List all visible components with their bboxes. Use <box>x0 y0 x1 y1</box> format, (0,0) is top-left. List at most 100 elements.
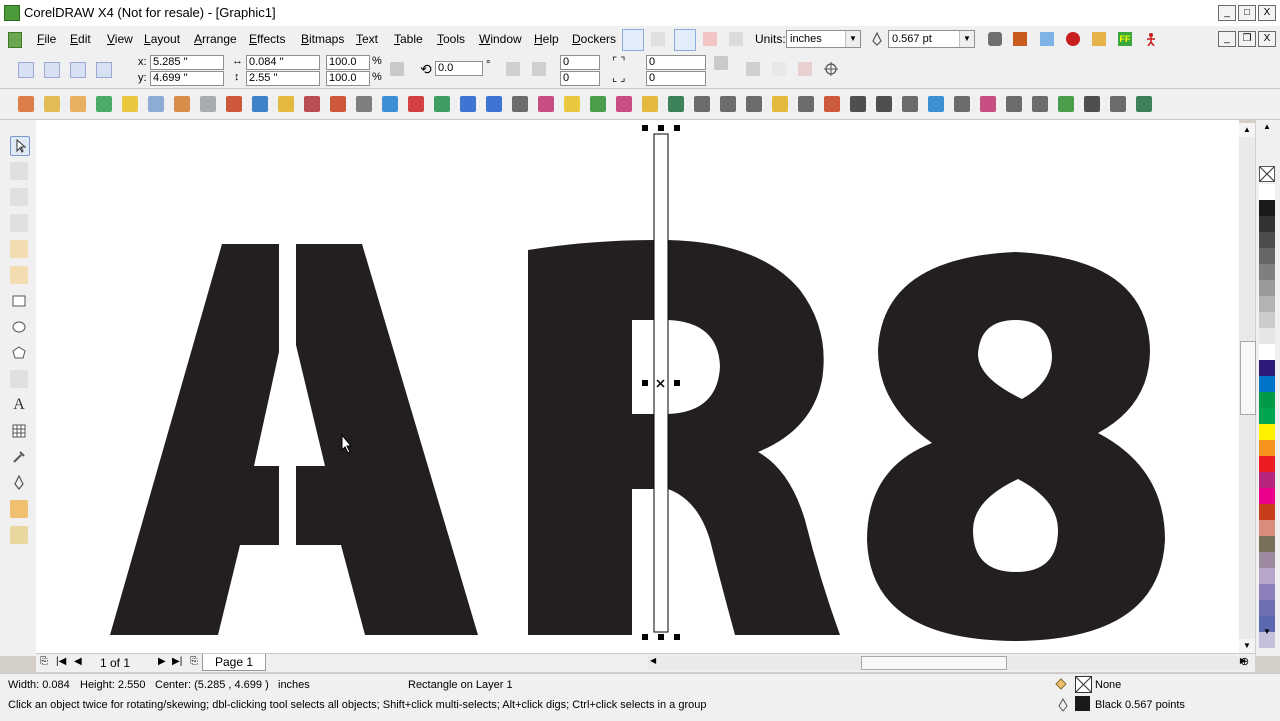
scale-width-field[interactable]: 100.0 <box>326 55 370 70</box>
color-swatch[interactable] <box>1259 184 1275 200</box>
interactive-fill-tool-icon[interactable] <box>10 526 28 544</box>
units-select[interactable]: inches ▼ <box>786 30 861 48</box>
color-swatch[interactable] <box>1259 232 1275 248</box>
menu-table[interactable]: Table <box>394 32 423 46</box>
color-swatch[interactable] <box>1259 408 1275 424</box>
snap-objects-icon[interactable] <box>674 29 696 51</box>
menu-tools[interactable]: Tools <box>437 32 465 46</box>
toolbar-button-icon[interactable] <box>1032 96 1048 112</box>
toolbar-button-icon[interactable] <box>668 96 684 112</box>
table-tool-icon[interactable] <box>10 422 28 440</box>
color-swatch[interactable] <box>1259 344 1275 360</box>
preset-icon-a[interactable] <box>18 62 34 78</box>
toolbar-button-icon[interactable] <box>356 96 372 112</box>
outline-width-select[interactable]: 0.567 pt ▼ <box>888 30 975 48</box>
digit-eight[interactable] <box>867 252 1165 641</box>
toolbar-button-icon[interactable] <box>408 96 424 112</box>
toolbar-button-icon[interactable] <box>746 96 762 112</box>
preset-icon-c[interactable] <box>70 62 86 78</box>
toolbar-button-icon[interactable] <box>616 96 632 112</box>
close-button[interactable]: X <box>1258 5 1276 21</box>
color-swatch[interactable] <box>1259 424 1275 440</box>
horizontal-scroll-thumb[interactable] <box>861 656 1007 670</box>
toolbar-button-icon[interactable] <box>772 96 788 112</box>
menu-view[interactable]: View <box>107 32 133 46</box>
color-swatch[interactable] <box>1259 280 1275 296</box>
scroll-up-icon[interactable]: ▲ <box>1239 123 1255 137</box>
toolbar-button-icon[interactable] <box>44 96 60 112</box>
vertical-scroll-thumb[interactable] <box>1240 341 1256 415</box>
wrap-text-icon[interactable] <box>746 62 760 76</box>
menu-text[interactable]: Text <box>356 32 378 46</box>
toolbar-button-icon[interactable] <box>460 96 476 112</box>
wizard-icon[interactable] <box>1013 32 1027 46</box>
menu-arrange[interactable]: Arrange <box>194 32 237 46</box>
nudge-icon[interactable] <box>729 32 743 46</box>
menu-bitmaps[interactable]: Bitmaps <box>301 32 344 46</box>
scale-height-field[interactable]: 100.0 <box>326 71 370 86</box>
color-swatch[interactable] <box>1259 440 1275 456</box>
toolbar-button-icon[interactable] <box>96 96 112 112</box>
toolbar-button-icon[interactable] <box>200 96 216 112</box>
shape-tool-icon[interactable] <box>10 162 28 180</box>
letter-a-left[interactable] <box>110 244 279 635</box>
dynamic-guides-icon[interactable] <box>703 32 717 46</box>
height-field[interactable]: 2.55 " <box>246 71 320 86</box>
color-swatch[interactable] <box>1259 472 1275 488</box>
toolbar-button-icon[interactable] <box>330 96 346 112</box>
toolbar-button-icon[interactable] <box>226 96 242 112</box>
outline-tool-icon[interactable] <box>10 474 28 492</box>
doc-restore-button[interactable]: ❐ <box>1238 31 1256 47</box>
outline-color-swatch[interactable] <box>1075 696 1090 711</box>
toolbar-button-icon[interactable] <box>1006 96 1022 112</box>
page-add-end-icon[interactable]: ⎘ <box>190 656 198 667</box>
toolbar-button-icon[interactable] <box>512 96 528 112</box>
fill-none-swatch[interactable] <box>1075 676 1092 693</box>
lock-ratio-icon[interactable] <box>390 62 404 76</box>
next-page-icon[interactable]: ▶ <box>158 656 166 667</box>
color-swatch[interactable] <box>1259 248 1275 264</box>
toolbar-button-icon[interactable] <box>382 96 398 112</box>
color-swatch[interactable] <box>1259 216 1275 232</box>
rotation-field[interactable]: 0.0 <box>435 61 483 76</box>
convert-to-curves-icon[interactable] <box>824 62 838 76</box>
menu-edit[interactable]: Edit <box>70 32 91 46</box>
toolbar-button-icon[interactable] <box>876 96 892 112</box>
toolbar-button-icon[interactable] <box>902 96 918 112</box>
doc-close-button[interactable]: X <box>1258 31 1276 47</box>
toolbar-button-icon[interactable] <box>954 96 970 112</box>
toolbar-button-icon[interactable] <box>70 96 86 112</box>
document-icon[interactable] <box>8 32 22 48</box>
ff-font-icon[interactable]: FF <box>1118 32 1132 46</box>
color-swatch[interactable] <box>1259 312 1275 328</box>
mirror-horizontal-icon[interactable] <box>506 62 520 76</box>
menu-window[interactable]: Window <box>479 32 522 46</box>
toolbar-button-icon[interactable] <box>278 96 294 112</box>
first-page-icon[interactable]: |◀ <box>56 656 66 667</box>
rectangle-tool-icon[interactable] <box>10 292 28 310</box>
prev-page-icon[interactable]: ◀ <box>74 656 82 667</box>
toolbar-button-icon[interactable] <box>1136 96 1152 112</box>
toolbar-button-icon[interactable] <box>148 96 164 112</box>
color-swatch[interactable] <box>1259 360 1275 376</box>
toolbar-button-icon[interactable] <box>304 96 320 112</box>
toolbar-button-icon[interactable] <box>590 96 606 112</box>
basic-shapes-tool-icon[interactable] <box>10 370 28 388</box>
menu-effects[interactable]: Effects <box>249 32 285 46</box>
palette-scroll-down-icon[interactable]: ▼ <box>1259 627 1275 637</box>
toolbar-button-icon[interactable] <box>174 96 190 112</box>
color-swatch[interactable] <box>1259 504 1275 520</box>
toolbar-button-icon[interactable] <box>1084 96 1100 112</box>
toolbar-button-icon[interactable] <box>642 96 658 112</box>
page-add-icon[interactable]: ⎘ <box>40 656 48 667</box>
toolbar-button-icon[interactable] <box>538 96 554 112</box>
smart-fill-tool-icon[interactable] <box>10 266 28 284</box>
snap-to-grid-icon[interactable] <box>622 29 644 51</box>
color-swatch[interactable] <box>1259 488 1275 504</box>
menu-file[interactable]: File <box>37 32 56 46</box>
snap-guidelines-icon[interactable] <box>651 32 665 46</box>
to-front-icon[interactable] <box>772 62 786 76</box>
color-swatch[interactable] <box>1259 392 1275 408</box>
mirror-vertical-icon[interactable] <box>532 62 546 76</box>
preset-icon-b[interactable] <box>44 62 60 78</box>
